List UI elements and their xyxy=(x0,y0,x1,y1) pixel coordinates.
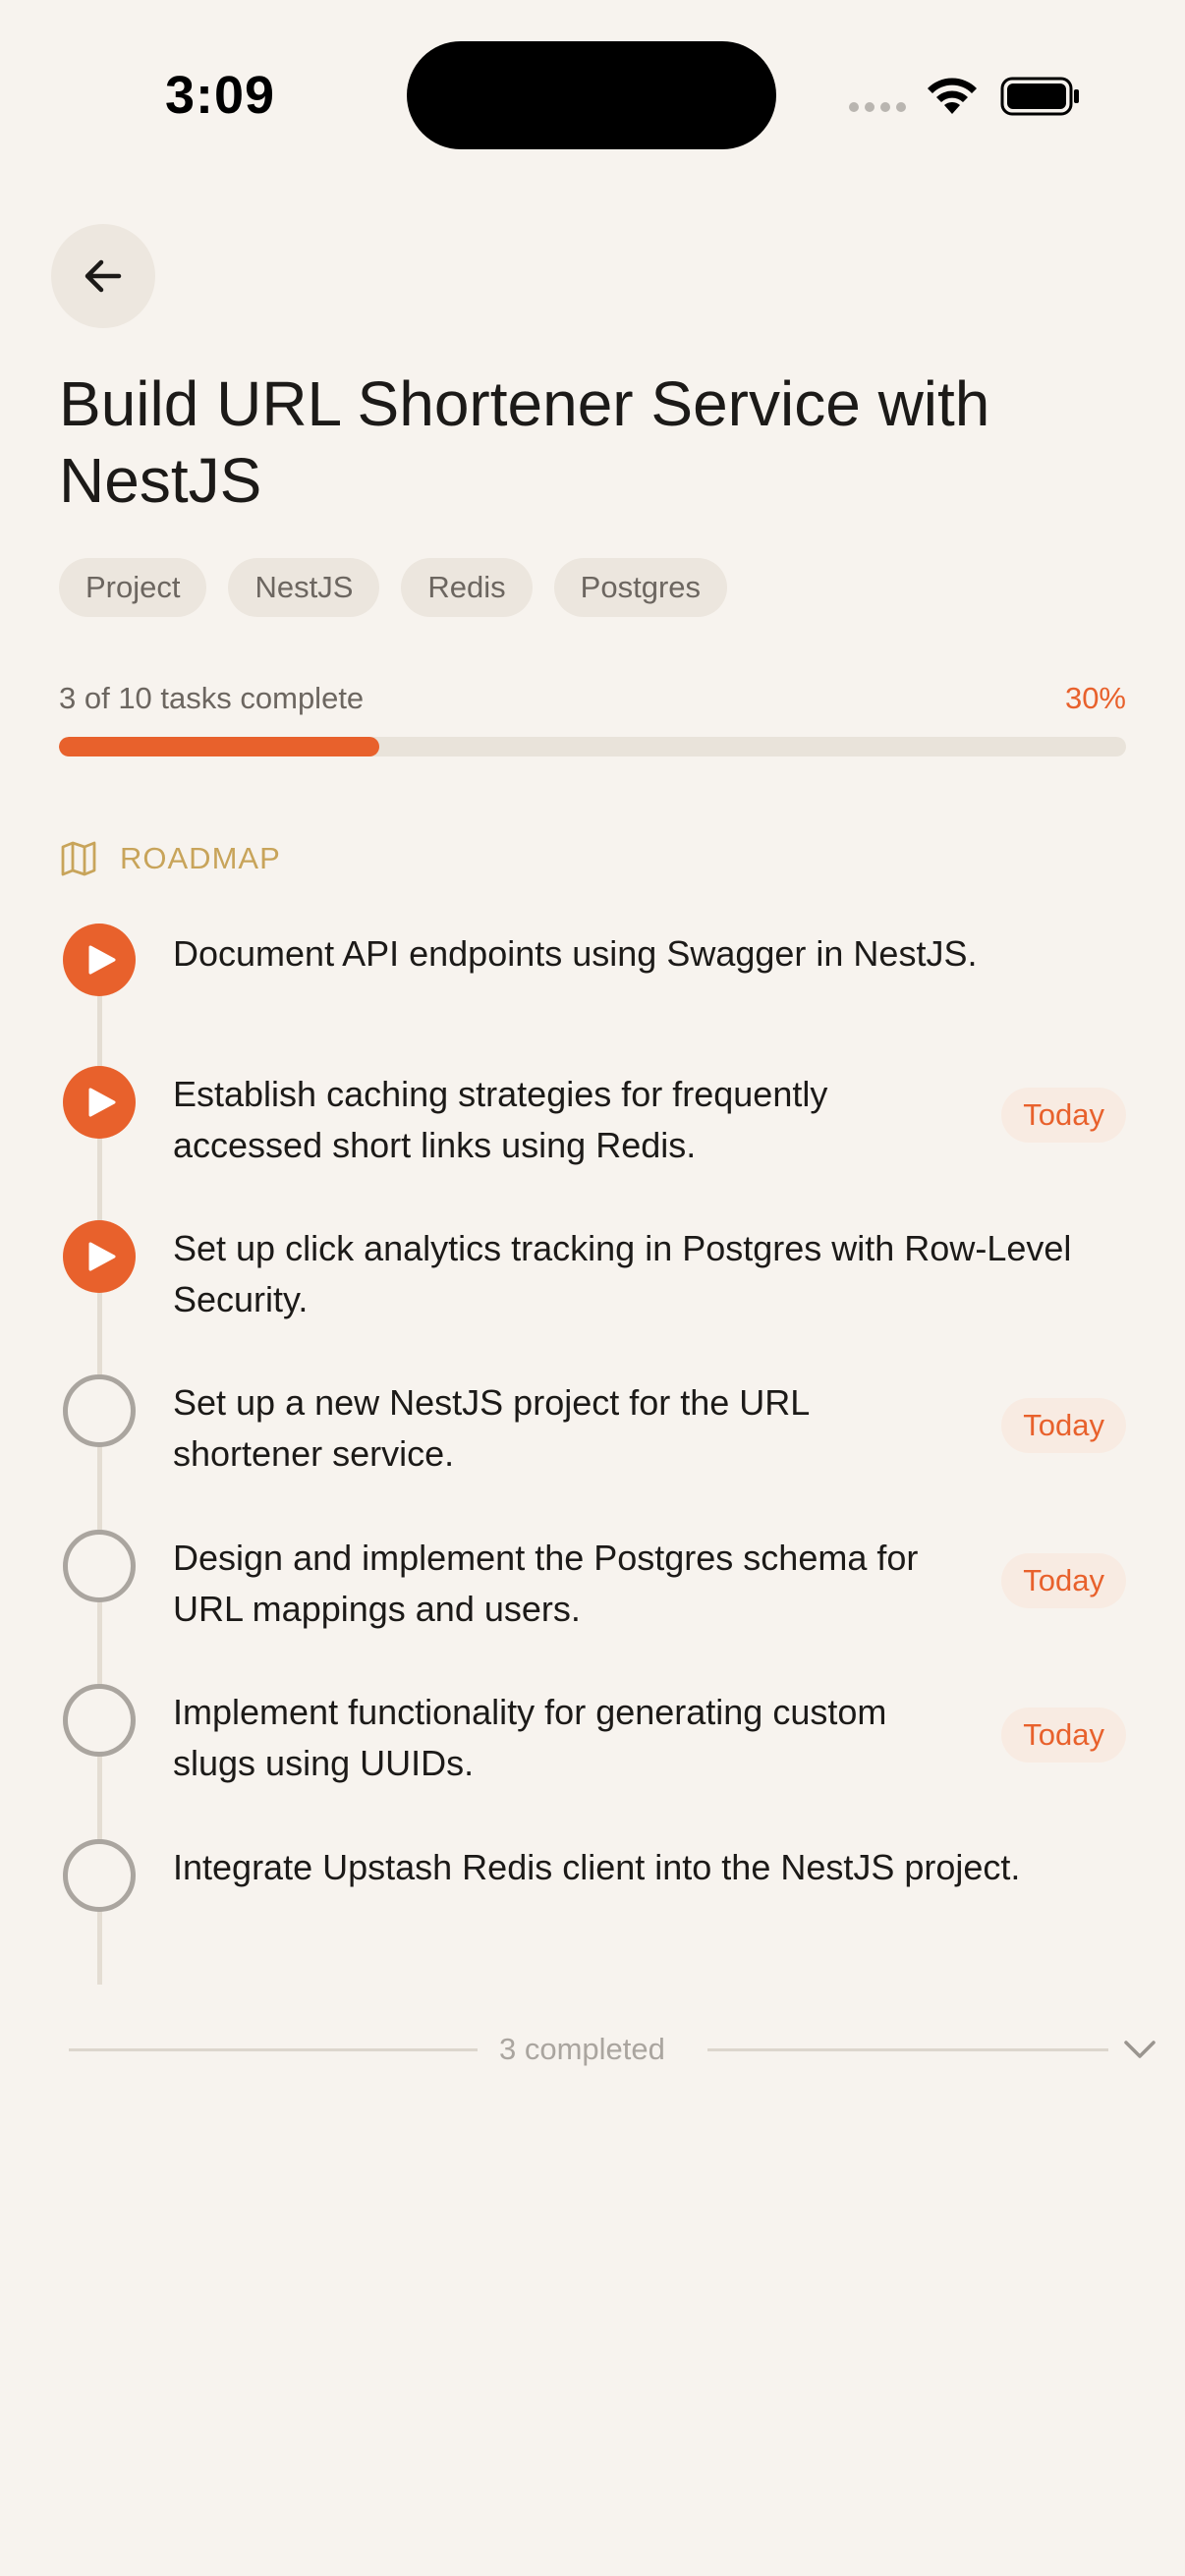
task-text: Set up click analytics tracking in Postg… xyxy=(173,1228,1072,1319)
task-text: Document API endpoints using Swagger in … xyxy=(173,933,978,974)
status-time: 3:09 xyxy=(165,66,276,125)
task-text: Implement functionality for generating c… xyxy=(173,1692,887,1783)
status-bar: 3:09 xyxy=(0,0,1185,196)
tag-redis[interactable]: Redis xyxy=(401,558,533,617)
task-item[interactable]: Design and implement the Postgres schema… xyxy=(59,1530,1126,1638)
tag-list: Project NestJS Redis Postgres xyxy=(59,558,728,617)
play-icon xyxy=(88,1242,115,1271)
progress-bar xyxy=(59,737,1126,756)
roadmap-label: ROADMAP xyxy=(120,841,281,875)
divider xyxy=(707,2048,1108,2051)
wifi-icon xyxy=(928,78,977,114)
divider xyxy=(69,2048,478,2051)
task-item[interactable]: Set up a new NestJS project for the URL … xyxy=(59,1374,1126,1483)
tag-project[interactable]: Project xyxy=(59,558,207,617)
task-checkbox[interactable] xyxy=(63,1684,136,1757)
arrow-left-icon xyxy=(85,259,122,293)
play-icon xyxy=(88,945,115,975)
signal-icon xyxy=(849,102,906,112)
task-item[interactable]: Integrate Upstash Redis client into the … xyxy=(59,1839,1126,1928)
task-item[interactable]: Establish caching strategies for frequen… xyxy=(59,1066,1126,1174)
tag-nestjs[interactable]: NestJS xyxy=(228,558,380,617)
task-checkbox[interactable] xyxy=(63,1374,136,1447)
due-badge: Today xyxy=(1001,1708,1126,1763)
task-checkbox[interactable] xyxy=(63,1839,136,1912)
task-status-in-progress[interactable] xyxy=(63,1066,136,1139)
task-text: Set up a new NestJS project for the URL … xyxy=(173,1382,809,1474)
dynamic-island xyxy=(407,41,776,149)
task-item[interactable]: Implement functionality for generating c… xyxy=(59,1684,1126,1792)
progress-percent: 30% xyxy=(1064,681,1126,715)
tag-postgres[interactable]: Postgres xyxy=(553,558,728,617)
task-item[interactable]: Document API endpoints using Swagger in … xyxy=(59,924,1126,1012)
task-text: Establish caching strategies for frequen… xyxy=(173,1074,828,1165)
progress-bar-fill xyxy=(59,737,379,756)
due-badge: Today xyxy=(1001,1398,1126,1453)
task-item[interactable]: Set up click analytics tracking in Postg… xyxy=(59,1220,1126,1328)
task-status-in-progress[interactable] xyxy=(63,1220,136,1293)
due-badge: Today xyxy=(1001,1088,1126,1143)
progress-label: 3 of 10 tasks complete xyxy=(59,681,365,715)
map-icon xyxy=(61,841,96,876)
page-title: Build URL Shortener Service with NestJS xyxy=(59,368,990,516)
completed-label: 3 completed xyxy=(499,2032,665,2066)
back-button[interactable] xyxy=(51,224,155,328)
roadmap-header: ROADMAP xyxy=(59,839,281,878)
battery-icon xyxy=(1000,77,1079,116)
due-badge: Today xyxy=(1001,1553,1126,1608)
task-text: Integrate Upstash Redis client into the … xyxy=(173,1847,1021,1887)
completed-section-toggle[interactable]: 3 completed xyxy=(69,2026,1159,2075)
task-status-in-progress[interactable] xyxy=(63,924,136,996)
task-checkbox[interactable] xyxy=(63,1530,136,1602)
chevron-down-icon[interactable] xyxy=(1120,2034,1159,2065)
task-text: Design and implement the Postgres schema… xyxy=(173,1538,919,1629)
play-icon xyxy=(88,1088,115,1117)
